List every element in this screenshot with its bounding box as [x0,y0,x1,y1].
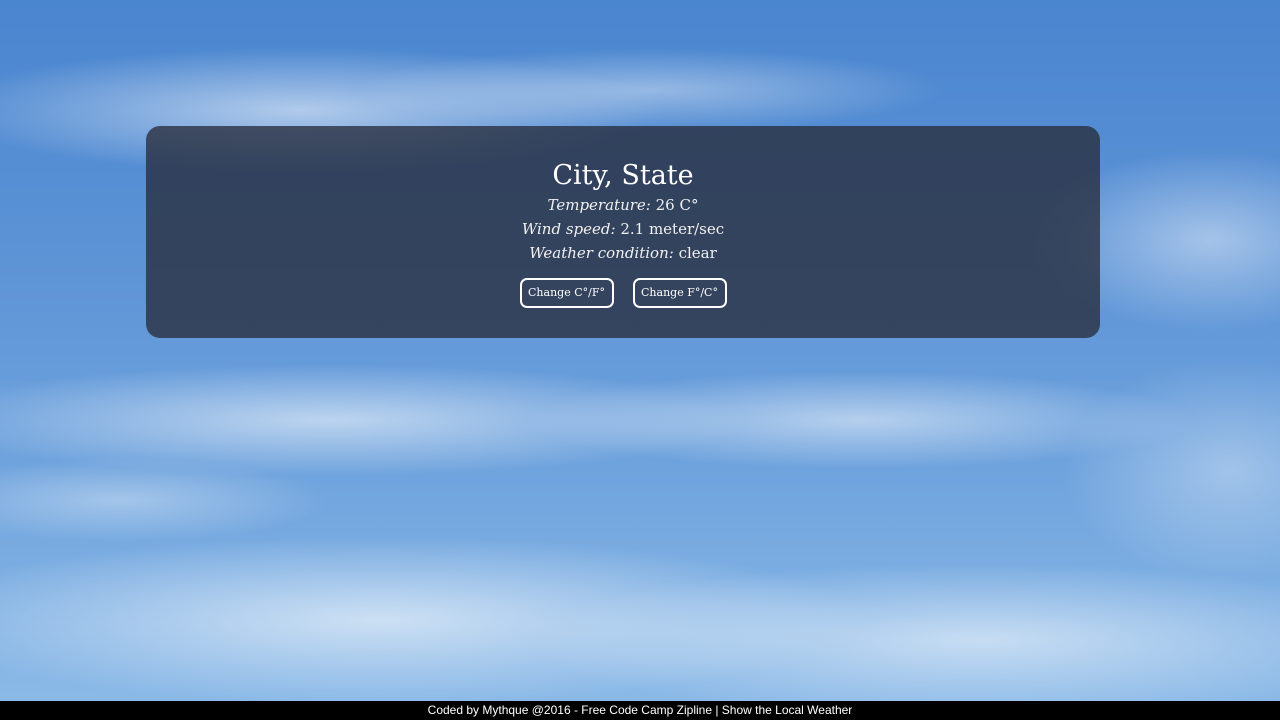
temperature-value: 26 C° [655,196,699,214]
weather-card: City, State Temperature: 26 C° Wind spee… [146,126,1100,338]
location-title: City, State [552,160,694,191]
weather-condition-value: clear [678,244,717,262]
temperature-line: Temperature: 26 C° [146,193,1100,217]
footer: Coded by Mythque @2016 - Free Code Camp … [0,701,1280,720]
unit-buttons: Change C°/F° Change F°/C° [146,278,1100,308]
temperature-label: Temperature: [547,196,651,214]
wind-speed-line: Wind speed: 2.1 meter/sec [146,217,1100,241]
wind-speed-value: 2.1 meter/sec [620,220,725,238]
footer-text: Coded by Mythque @2016 - Free Code Camp … [427,703,853,717]
weather-condition-label: Weather condition: [529,244,674,262]
wind-speed-label: Wind speed: [521,220,616,238]
change-f-to-c-button[interactable]: Change F°/C° [632,278,727,308]
weather-condition-line: Weather condition: clear [146,241,1100,265]
change-c-to-f-button[interactable]: Change C°/F° [519,278,614,308]
